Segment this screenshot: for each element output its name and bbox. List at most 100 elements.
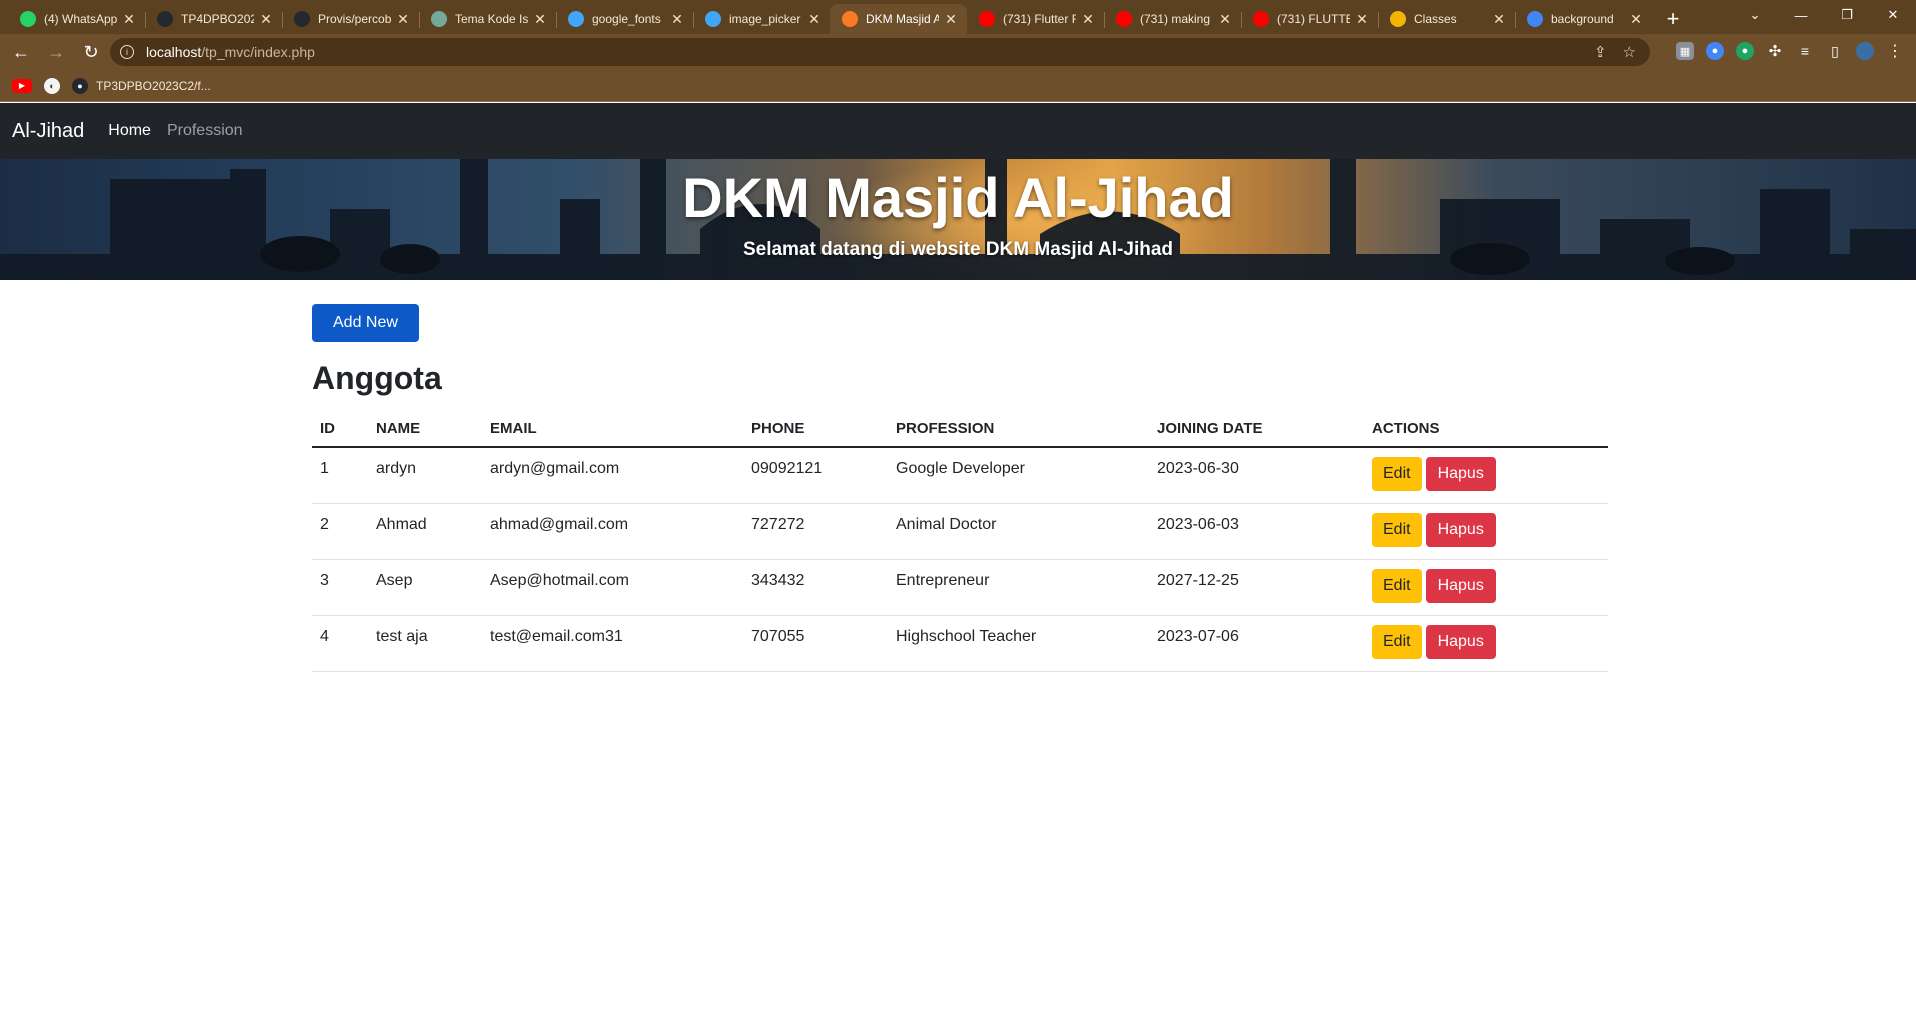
forward-icon[interactable]: → [42, 38, 70, 66]
close-icon[interactable]: ✕ [121, 11, 137, 28]
site-navbar: Al-Jihad Home Profession [0, 103, 1916, 159]
delete-button[interactable]: Hapus [1425, 513, 1496, 547]
restore-button[interactable]: ❐ [1824, 0, 1870, 30]
table-header-row: ID NAME EMAIL PHONE PROFESSION JOINING D… [312, 413, 1608, 448]
tab-title: Provis/percob [318, 12, 391, 26]
cell-profession: Google Developer [888, 447, 1149, 504]
delete-button[interactable]: Hapus [1425, 569, 1496, 603]
bookmark-star-icon[interactable]: ☆ [1623, 43, 1636, 61]
extension-chrome-icon[interactable]: ● [1706, 42, 1724, 60]
close-window-button[interactable]: ✕ [1870, 0, 1916, 30]
edit-button[interactable]: Edit [1372, 625, 1422, 659]
tab-title: image_picker [729, 12, 801, 26]
cell-actions: Edit Hapus [1364, 559, 1608, 616]
browser-tab[interactable]: TP4DPBO202 ✕ [145, 4, 282, 34]
cell-name: test aja [368, 615, 482, 672]
col-actions: ACTIONS [1364, 413, 1608, 448]
flutter-icon [568, 11, 584, 27]
browser-tab[interactable]: Tema Kode Is ✕ [419, 4, 556, 34]
col-phone: PHONE [743, 413, 888, 448]
edit-button[interactable]: Edit [1372, 457, 1422, 491]
cell-id: 4 [312, 615, 368, 672]
browser-tab[interactable]: background ✕ [1515, 4, 1652, 34]
youtube-icon [1253, 11, 1269, 27]
window-controls: ⌄ — ❐ ✕ [1732, 0, 1916, 32]
add-new-button[interactable]: Add New [312, 304, 419, 342]
browser-tab[interactable]: Classes ✕ [1378, 4, 1515, 34]
tab-title: background [1551, 12, 1614, 26]
side-panel-icon[interactable]: ▯ [1826, 42, 1844, 60]
minimize-button[interactable]: — [1778, 0, 1824, 30]
cell-id: 2 [312, 503, 368, 560]
reading-list-icon[interactable]: ≡ [1796, 42, 1814, 60]
tab-title: TP4DPBO202 [181, 12, 254, 26]
address-bar[interactable]: i localhost/tp_mvc/index.php ⇪ ☆ [110, 38, 1650, 66]
github-icon [294, 11, 310, 27]
tab-title: Tema Kode Is [455, 12, 528, 26]
edit-button[interactable]: Edit [1372, 569, 1422, 603]
close-icon[interactable]: ✕ [1080, 11, 1096, 28]
bookmark-chrome-icon[interactable]: ◐ [44, 77, 60, 94]
close-icon[interactable]: ✕ [943, 11, 959, 28]
browser-tab[interactable]: Provis/percob ✕ [282, 4, 419, 34]
cell-actions: Edit Hapus [1364, 615, 1608, 672]
table-row: 3 Asep Asep@hotmail.com 343432 Entrepren… [312, 559, 1608, 616]
new-tab-button[interactable]: + [1658, 4, 1688, 34]
delete-button[interactable]: Hapus [1425, 625, 1496, 659]
tab-title: (731) Flutter F [1003, 12, 1076, 26]
close-icon[interactable]: ✕ [532, 11, 548, 28]
browser-tab[interactable]: image_picker ✕ [693, 4, 830, 34]
nav-profession[interactable]: Profession [167, 122, 243, 140]
tab-title: (731) FLUTTER [1277, 12, 1350, 26]
close-icon[interactable]: ✕ [395, 11, 411, 28]
extension-grid-icon[interactable]: ▦ [1676, 42, 1694, 60]
cell-id: 1 [312, 447, 368, 504]
share-icon[interactable]: ⇪ [1594, 43, 1607, 61]
github-icon: ● [72, 77, 88, 94]
table-row: 4 test aja test@email.com31 707055 Highs… [312, 615, 1608, 672]
extension-green-icon[interactable]: ● [1736, 42, 1754, 60]
browser-tab[interactable]: google_fonts ✕ [556, 4, 693, 34]
close-icon[interactable]: ✕ [1491, 11, 1507, 28]
browser-tab[interactable]: (731) making ✕ [1104, 4, 1241, 34]
menu-kebab-icon[interactable]: ⋮ [1886, 42, 1904, 60]
close-icon[interactable]: ✕ [1628, 11, 1644, 28]
browser-tab[interactable]: DKM Masjid A ✕ [830, 4, 967, 34]
site-info-icon[interactable]: i [120, 45, 134, 59]
tab-title: (731) making [1140, 12, 1211, 26]
brand-link[interactable]: Al-Jihad [12, 120, 84, 143]
close-icon[interactable]: ✕ [669, 11, 685, 28]
nav-home[interactable]: Home [108, 122, 151, 140]
close-icon[interactable]: ✕ [1354, 11, 1370, 28]
tab-title: DKM Masjid A [866, 12, 939, 26]
browser-tab[interactable]: (731) Flutter F ✕ [967, 4, 1104, 34]
close-icon[interactable]: ✕ [1217, 11, 1233, 28]
bookmark-youtube-icon[interactable]: ▶ [12, 78, 32, 93]
close-icon[interactable]: ✕ [806, 11, 822, 28]
browser-tab[interactable]: (4) WhatsApp ✕ [8, 4, 145, 34]
cell-actions: Edit Hapus [1364, 447, 1608, 504]
hero-banner: DKM Masjid Al-Jihad Selamat datang di we… [0, 159, 1916, 280]
cell-email: Asep@hotmail.com [482, 559, 743, 616]
table-row: 2 Ahmad ahmad@gmail.com 727272 Animal Do… [312, 503, 1608, 560]
hero-title: DKM Masjid Al-Jihad [682, 166, 1234, 229]
bookmark-github[interactable]: ● TP3DPBO2023C2/f... [72, 77, 211, 94]
cell-email: test@email.com31 [482, 615, 743, 672]
browser-tab-strip: (4) WhatsApp ✕ TP4DPBO202 ✕ Provis/percob ✕ Te… [0, 0, 1916, 34]
tab-search-icon[interactable]: ⌄ [1732, 0, 1778, 30]
cell-email: ahmad@gmail.com [482, 503, 743, 560]
browser-tab[interactable]: (731) FLUTTER ✕ [1241, 4, 1378, 34]
reload-icon[interactable]: ↻ [77, 38, 105, 66]
youtube-icon [979, 11, 995, 27]
chatgpt-icon [431, 11, 447, 27]
delete-button[interactable]: Hapus [1425, 457, 1496, 491]
cell-phone: 707055 [743, 615, 888, 672]
cell-joining-date: 2023-07-06 [1149, 615, 1364, 672]
extensions-area: ▦ ● ● ✣ ≡ ▯ ⋮ [1676, 42, 1904, 60]
profile-avatar[interactable] [1856, 42, 1874, 60]
close-icon[interactable]: ✕ [258, 11, 274, 28]
back-icon[interactable]: ← [7, 38, 35, 66]
edit-button[interactable]: Edit [1372, 513, 1422, 547]
cell-phone: 727272 [743, 503, 888, 560]
puzzle-icon[interactable]: ✣ [1766, 42, 1784, 60]
